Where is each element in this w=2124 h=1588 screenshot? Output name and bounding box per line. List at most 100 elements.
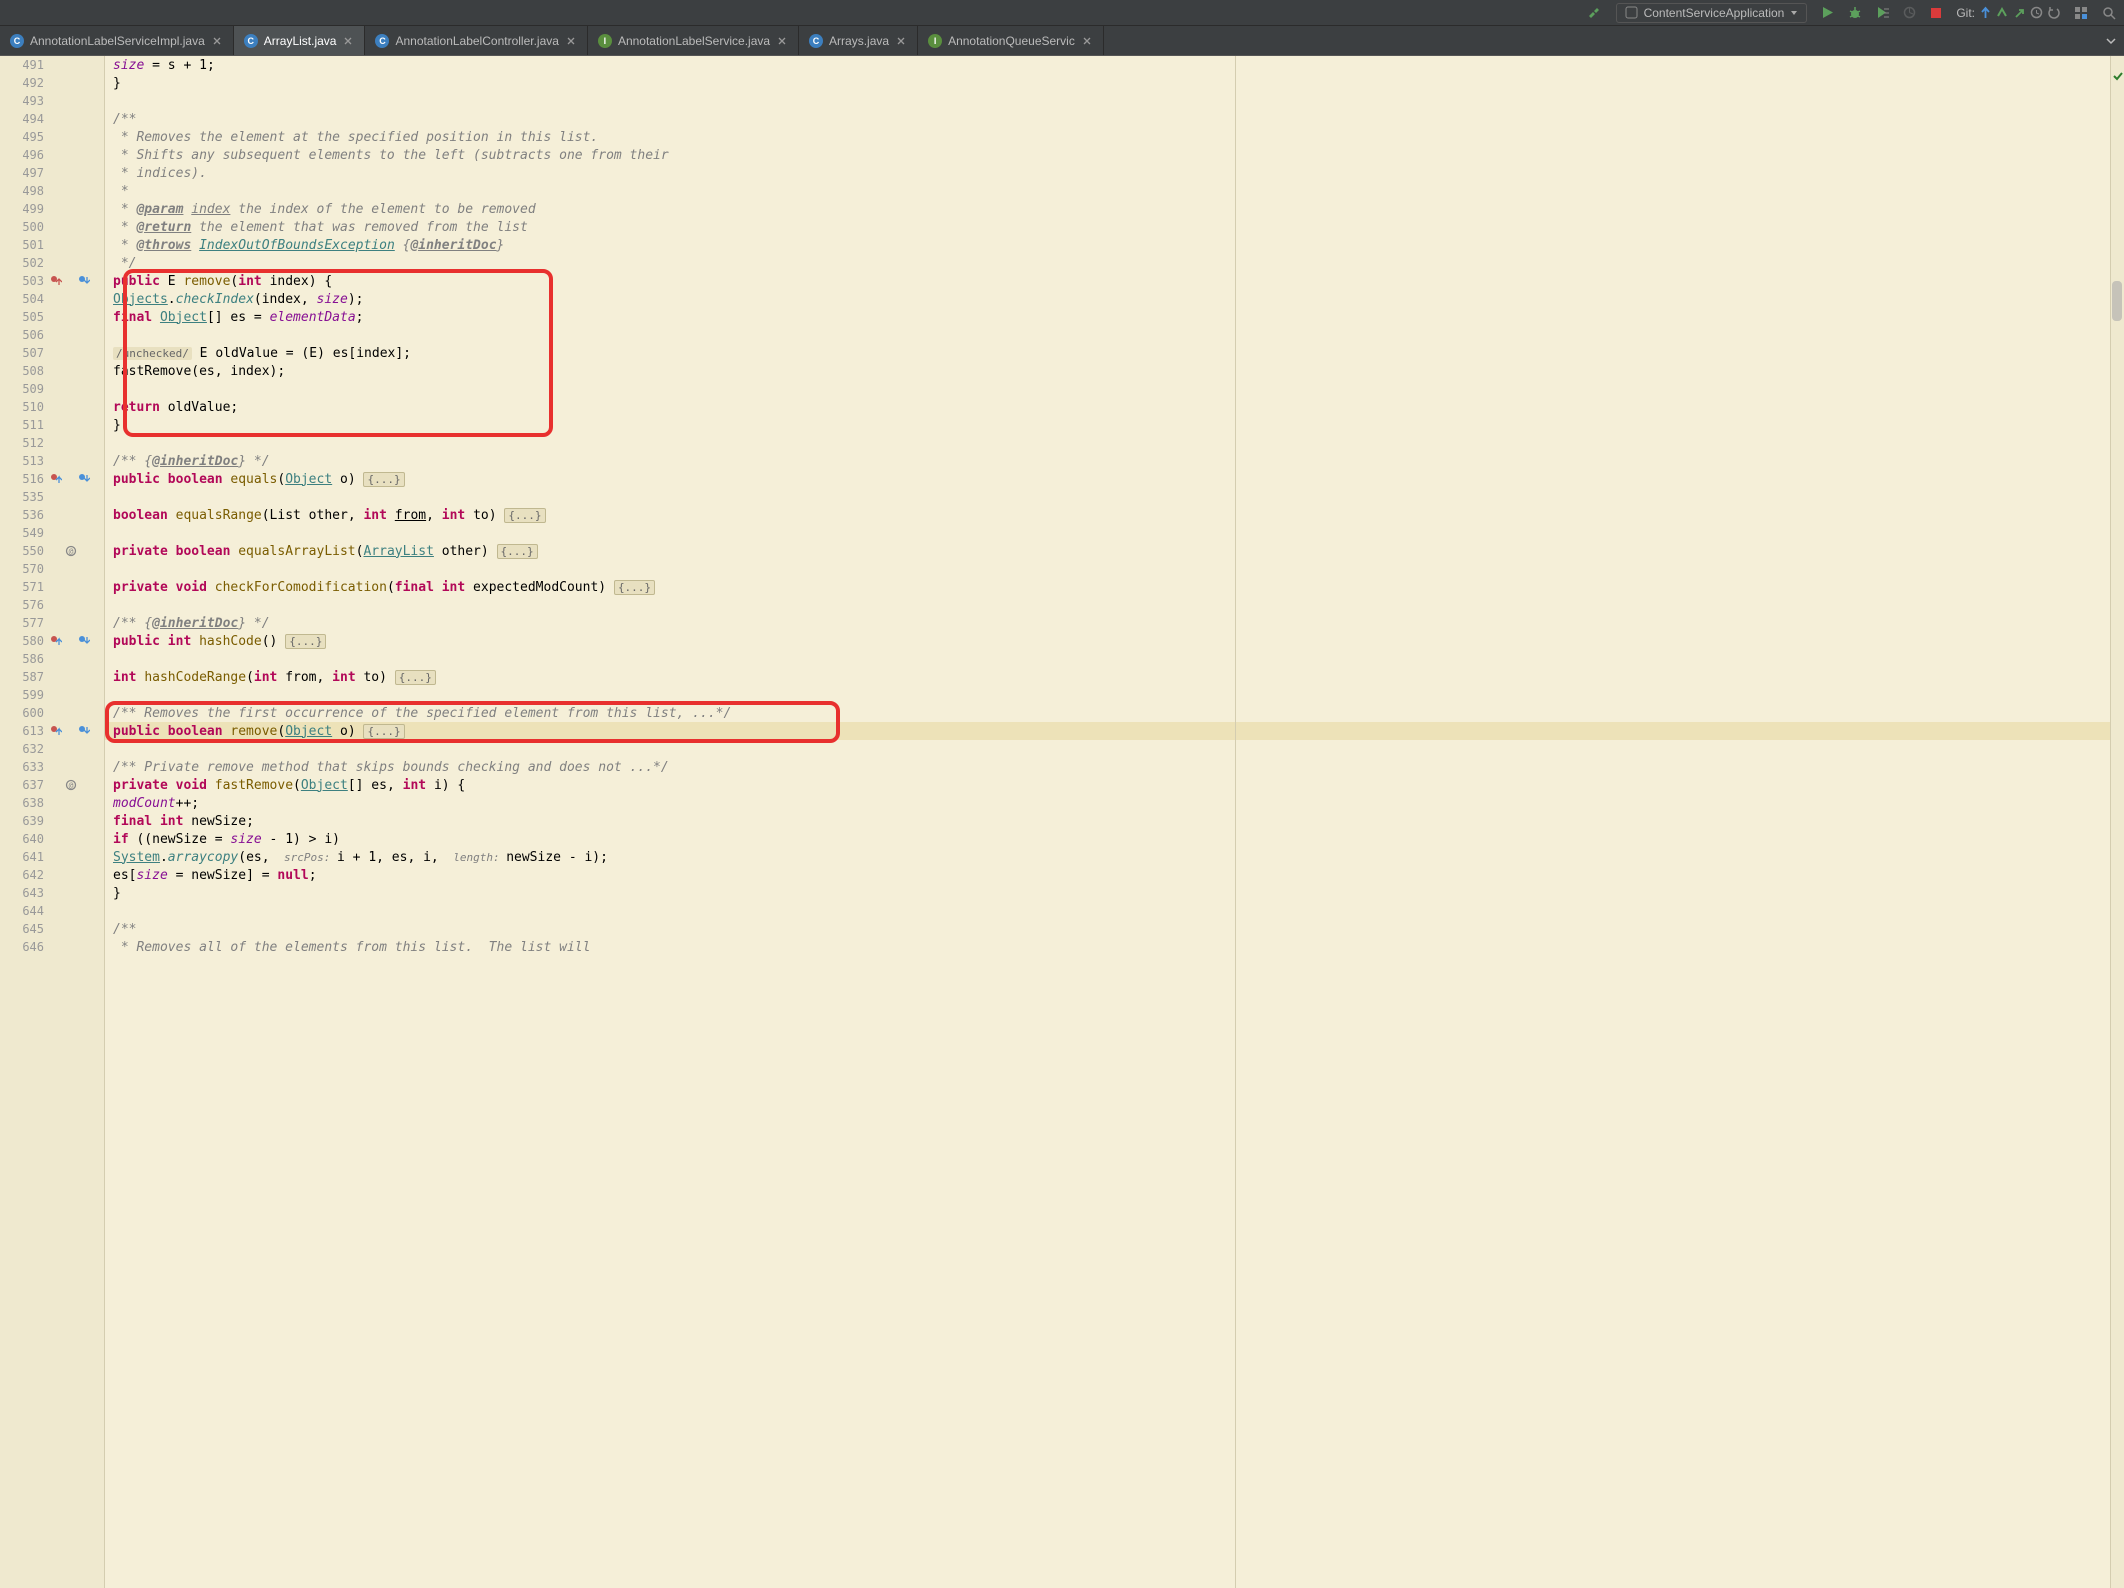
- git-rollback-icon[interactable]: [2047, 6, 2060, 19]
- code-line[interactable]: * @throws IndexOutOfBoundsException {@in…: [105, 236, 2110, 254]
- code-line[interactable]: final int newSize;: [105, 812, 2110, 830]
- gutter-line[interactable]: 638: [0, 794, 104, 812]
- code-line[interactable]: * @param index the index of the element …: [105, 200, 2110, 218]
- gutter-line[interactable]: 637 @: [0, 776, 104, 794]
- gutter-line[interactable]: 580: [0, 632, 104, 650]
- build-hammer-icon[interactable]: [1586, 5, 1602, 21]
- close-tab-icon[interactable]: [565, 35, 577, 47]
- implemented-icon[interactable]: [78, 635, 90, 647]
- code-line[interactable]: /** Removes the first occurrence of the …: [105, 704, 2110, 722]
- recursive-icon[interactable]: @: [65, 545, 77, 557]
- code-line[interactable]: [105, 596, 2110, 614]
- gutter-line[interactable]: 493: [0, 92, 104, 110]
- gutter-line[interactable]: 498: [0, 182, 104, 200]
- gutter-line[interactable]: 586: [0, 650, 104, 668]
- gutter-line[interactable]: 643: [0, 884, 104, 902]
- gutter-line[interactable]: 571: [0, 578, 104, 596]
- gutter-line[interactable]: 503: [0, 272, 104, 290]
- code-line[interactable]: *: [105, 182, 2110, 200]
- gutter-line[interactable]: 500: [0, 218, 104, 236]
- code-line[interactable]: * indices).: [105, 164, 2110, 182]
- search-icon[interactable]: [2102, 6, 2116, 20]
- code-line[interactable]: [105, 902, 2110, 920]
- gutter-line[interactable]: 639: [0, 812, 104, 830]
- gutter-line[interactable]: 645: [0, 920, 104, 938]
- code-line[interactable]: /**: [105, 920, 2110, 938]
- gutter-line[interactable]: 644: [0, 902, 104, 920]
- run-configuration-selector[interactable]: ContentServiceApplication: [1616, 3, 1808, 23]
- code-line[interactable]: * Removes the element at the specified p…: [105, 128, 2110, 146]
- code-line[interactable]: private void checkForComodification(fina…: [105, 578, 2110, 596]
- gutter-line[interactable]: 511: [0, 416, 104, 434]
- code-line[interactable]: [105, 326, 2110, 344]
- gutter-line[interactable]: 577: [0, 614, 104, 632]
- code-line[interactable]: }: [105, 416, 2110, 434]
- gutter-line[interactable]: 642: [0, 866, 104, 884]
- git-push-icon[interactable]: [2013, 6, 2026, 19]
- profiler-icon[interactable]: [1903, 6, 1916, 19]
- code-line[interactable]: public boolean equals(Object o) {...}: [105, 470, 2110, 488]
- gutter-line[interactable]: 513: [0, 452, 104, 470]
- gutter-line[interactable]: 587: [0, 668, 104, 686]
- gutter-line[interactable]: 504: [0, 290, 104, 308]
- code-line[interactable]: * Removes all of the elements from this …: [105, 938, 2110, 956]
- gutter-line[interactable]: 600: [0, 704, 104, 722]
- inspection-ok-icon[interactable]: [2112, 70, 2124, 86]
- code-line[interactable]: size = s + 1;: [105, 56, 2110, 74]
- editor-tab[interactable]: IAnnotationQueueServic: [918, 26, 1104, 55]
- editor-tab[interactable]: CAnnotationLabelServiceImpl.java: [0, 26, 234, 55]
- code-line[interactable]: [105, 686, 2110, 704]
- gutter-line[interactable]: 512: [0, 434, 104, 452]
- git-update-icon[interactable]: [1979, 6, 1992, 19]
- gutter-line[interactable]: 502: [0, 254, 104, 272]
- code-line[interactable]: if ((newSize = size - 1) > i): [105, 830, 2110, 848]
- code-line[interactable]: int hashCodeRange(int from, int to) {...…: [105, 668, 2110, 686]
- gutter-line[interactable]: 499: [0, 200, 104, 218]
- close-tab-icon[interactable]: [342, 35, 354, 47]
- code-line[interactable]: * @return the element that was removed f…: [105, 218, 2110, 236]
- gutter-line[interactable]: 495: [0, 128, 104, 146]
- override-icon[interactable]: [50, 635, 62, 647]
- code-line[interactable]: private boolean equalsArrayList(ArrayLis…: [105, 542, 2110, 560]
- gutter-line[interactable]: 599: [0, 686, 104, 704]
- code-line[interactable]: public boolean remove(Object o) {...}: [105, 722, 2110, 740]
- code-line[interactable]: /**: [105, 110, 2110, 128]
- code-content[interactable]: size = s + 1; } /** * Removes the elemen…: [105, 56, 2110, 1588]
- gutter-line[interactable]: 507: [0, 344, 104, 362]
- code-line[interactable]: /** {@inheritDoc} */: [105, 452, 2110, 470]
- gutter-line[interactable]: 640: [0, 830, 104, 848]
- scrollbar-thumb[interactable]: [2112, 281, 2122, 321]
- editor-tab[interactable]: IAnnotationLabelService.java: [588, 26, 799, 55]
- gutter-line[interactable]: 509: [0, 380, 104, 398]
- code-line[interactable]: [105, 650, 2110, 668]
- structure-icon[interactable]: [2074, 6, 2088, 20]
- code-line[interactable]: [105, 380, 2110, 398]
- code-line[interactable]: private void fastRemove(Object[] es, int…: [105, 776, 2110, 794]
- run-coverage-icon[interactable]: [1876, 6, 1889, 19]
- gutter-line[interactable]: 501: [0, 236, 104, 254]
- implemented-icon[interactable]: [78, 275, 90, 287]
- editor-tab[interactable]: CAnnotationLabelController.java: [365, 26, 587, 55]
- debug-icon[interactable]: [1848, 6, 1862, 20]
- code-line[interactable]: boolean equalsRange(List other, int from…: [105, 506, 2110, 524]
- code-line[interactable]: [105, 560, 2110, 578]
- code-line[interactable]: [105, 92, 2110, 110]
- close-tab-icon[interactable]: [211, 35, 223, 47]
- git-history-icon[interactable]: [2030, 6, 2043, 19]
- gutter-line[interactable]: 633: [0, 758, 104, 776]
- gutter-line[interactable]: 508: [0, 362, 104, 380]
- gutter-line[interactable]: 491: [0, 56, 104, 74]
- code-line[interactable]: es[size = newSize] = null;: [105, 866, 2110, 884]
- gutter-line[interactable]: 641: [0, 848, 104, 866]
- code-line[interactable]: }: [105, 884, 2110, 902]
- code-line[interactable]: Objects.checkIndex(index, size);: [105, 290, 2110, 308]
- code-line[interactable]: [105, 524, 2110, 542]
- code-line[interactable]: final Object[] es = elementData;: [105, 308, 2110, 326]
- gutter-line[interactable]: 535: [0, 488, 104, 506]
- override-icon[interactable]: [50, 473, 62, 485]
- code-line[interactable]: /** {@inheritDoc} */: [105, 614, 2110, 632]
- code-line[interactable]: modCount++;: [105, 794, 2110, 812]
- run-icon[interactable]: [1821, 6, 1834, 19]
- code-line[interactable]: System.arraycopy(es, srcPos: i + 1, es, …: [105, 848, 2110, 866]
- gutter-line[interactable]: 536: [0, 506, 104, 524]
